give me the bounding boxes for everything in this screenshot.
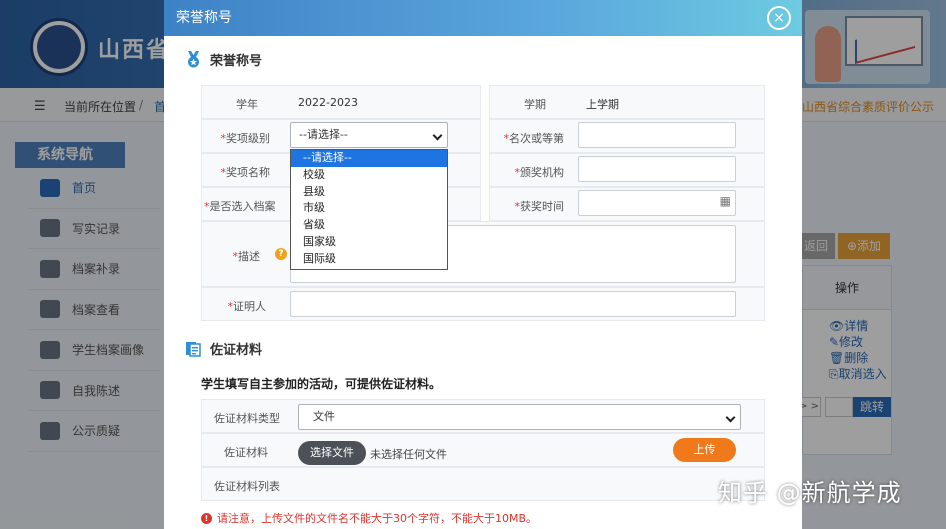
watermark: 知乎 @新航学成	[718, 479, 902, 507]
level-option[interactable]: 校级	[291, 167, 447, 184]
time-input[interactable]: ▦	[578, 190, 736, 216]
level-option[interactable]: 省级	[291, 217, 447, 234]
chevron-down-icon	[725, 412, 736, 423]
evidence-note: 学生填写自主参加的活动，可提供佐证材料。	[201, 377, 442, 391]
level-dropdown-list[interactable]: --请选择-- 校级 县级 市级 省级 国家级 国际级	[290, 149, 448, 270]
calendar-icon[interactable]: ▦	[720, 194, 731, 208]
term-value: 上学期	[586, 98, 619, 111]
witness-label: *证明人	[227, 300, 267, 313]
evidence-list-row	[201, 467, 765, 501]
level-option[interactable]: 县级	[291, 184, 447, 201]
choose-file-button[interactable]: 选择文件	[298, 441, 366, 465]
witness-input[interactable]	[290, 291, 736, 317]
org-label: *颁奖机构	[514, 166, 565, 179]
modal-header: 荣誉称号 ×	[164, 0, 802, 36]
level-label: *奖项级别	[220, 132, 271, 145]
rank-label: *名次或等第	[503, 132, 565, 145]
archive-label: *是否选入档案	[204, 200, 276, 213]
name-label: *奖项名称	[220, 166, 271, 179]
evidence-file-label: 佐证材料	[224, 446, 268, 459]
medal-icon	[188, 51, 199, 68]
evidence-type-select[interactable]: 文件	[298, 404, 741, 430]
modal-title: 荣誉称号	[176, 10, 232, 26]
evidence-list-label: 佐证材料列表	[214, 480, 280, 493]
file-status: 未选择任何文件	[370, 448, 447, 461]
chevron-down-icon	[432, 130, 443, 141]
evidence-type-label: 佐证材料类型	[214, 412, 280, 425]
upload-button[interactable]: 上传	[673, 438, 736, 462]
honor-modal: 荣誉称号 × 荣誉称号 学年 2022-2023 学期 上学期 *奖项级别 --…	[164, 0, 802, 529]
document-icon	[186, 342, 201, 357]
help-icon[interactable]: ?	[275, 248, 287, 260]
warning-icon: !	[201, 512, 212, 524]
close-icon[interactable]: ×	[767, 6, 791, 30]
section-honor-title: 荣誉称号	[185, 50, 262, 69]
org-input[interactable]	[578, 156, 736, 182]
level-option[interactable]: 国际级	[291, 251, 447, 268]
level-option[interactable]: 国家级	[291, 234, 447, 251]
level-option[interactable]: 市级	[291, 200, 447, 217]
level-option[interactable]: --请选择--	[291, 150, 447, 167]
time-label: *获奖时间	[514, 200, 565, 213]
desc-label: *描述	[232, 250, 261, 263]
upload-warning: ! 请注意，上传文件的文件名不能大于30个字符，不能大于10MB。	[201, 510, 537, 526]
rank-input[interactable]	[578, 122, 736, 148]
term-label: 学期	[524, 98, 546, 111]
level-select[interactable]: --请选择--	[290, 122, 448, 148]
year-value: 2022-2023	[298, 96, 358, 109]
section-evidence-title: 佐证材料	[185, 339, 262, 358]
year-label: 学年	[236, 98, 258, 111]
